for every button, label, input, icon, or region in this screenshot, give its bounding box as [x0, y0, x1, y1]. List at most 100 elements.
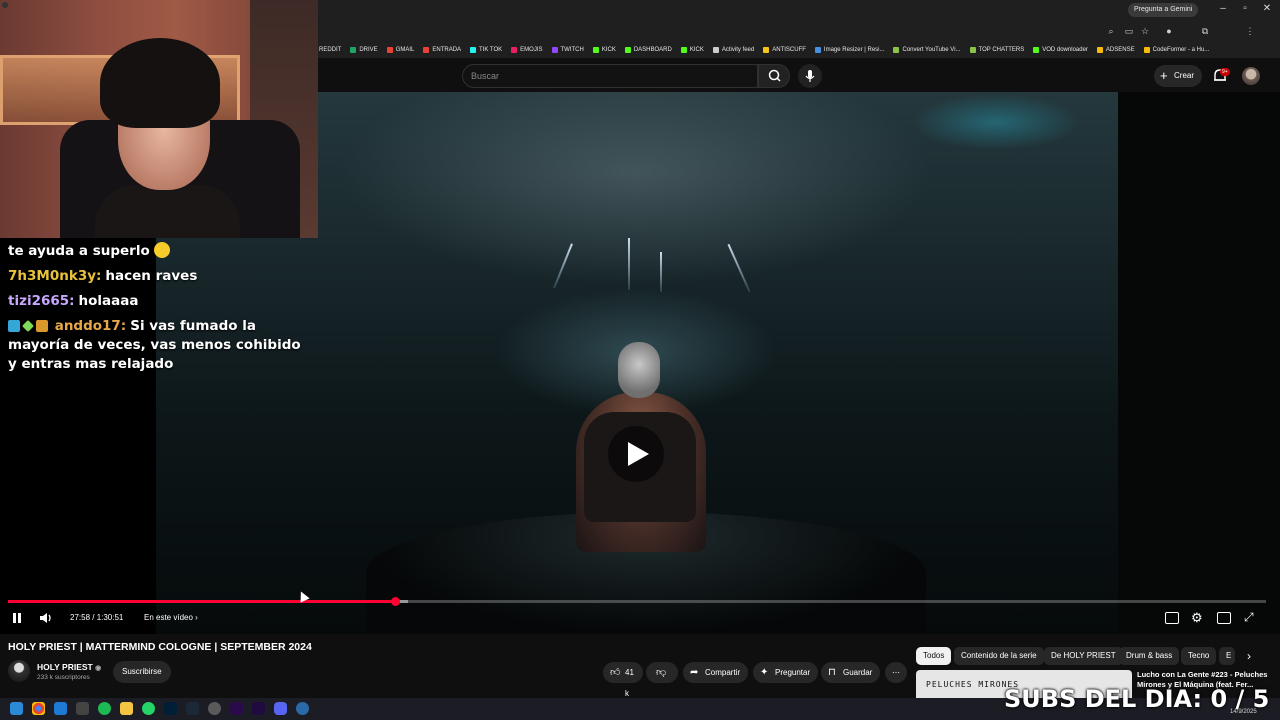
- webcam-streamer-hair: [100, 38, 220, 128]
- bookmark-item[interactable]: ADSENSE: [1096, 47, 1135, 53]
- channel-avatar[interactable]: [8, 660, 30, 682]
- bookmark-item[interactable]: KICK: [680, 47, 704, 53]
- bookmark-item[interactable]: VOD downloader: [1033, 47, 1088, 53]
- progress-bar[interactable]: [8, 597, 1266, 606]
- bookmark-favicon-icon: [712, 47, 719, 53]
- app-icon[interactable]: [296, 702, 309, 715]
- bookmark-item[interactable]: Convert YouTube Vi...: [893, 47, 961, 53]
- bookmark-favicon-icon: [350, 47, 357, 53]
- bookmark-item[interactable]: DASHBOARD: [624, 47, 672, 53]
- microphone-icon: [805, 70, 815, 82]
- extensions-icon[interactable]: ⧉: [1200, 26, 1210, 36]
- subscribe-button[interactable]: Suscribirse: [113, 661, 171, 683]
- premiere-icon[interactable]: [230, 702, 243, 715]
- bookmark-item[interactable]: TOP CHATTERS: [969, 47, 1025, 53]
- bookmark-favicon-icon: [969, 47, 976, 53]
- bookmark-favicon-icon: [470, 47, 477, 53]
- bookmark-favicon-icon: [624, 47, 631, 53]
- steam-icon[interactable]: [186, 702, 199, 715]
- thumbs-up-icon: 👍︎: [610, 667, 621, 678]
- windows-start-icon[interactable]: [10, 702, 23, 715]
- extension-icon[interactable]: ●: [1164, 26, 1174, 36]
- close-icon[interactable]: ✕: [1260, 3, 1274, 14]
- photoshop-icon[interactable]: [164, 702, 177, 715]
- create-label: Crear: [1174, 71, 1195, 80]
- folder-icon[interactable]: [120, 702, 133, 715]
- like-button[interactable]: 👍︎ 41 k: [603, 662, 643, 698]
- cast-icon[interactable]: ▭: [1124, 26, 1134, 36]
- play-icon: [628, 442, 649, 466]
- discord-icon[interactable]: [274, 702, 287, 715]
- bookmarks-bar: REDDIT DRIVE GMAIL ENTRADA TIK TOK EMOJIS TWIT…: [310, 42, 1280, 58]
- bookmark-item[interactable]: ENTRADA: [423, 47, 461, 53]
- chip-series[interactable]: Contenido de la serie: [954, 647, 1044, 665]
- chat-message-text: te ayuda a superlo: [8, 243, 150, 259]
- ask-button[interactable]: ✦ Preguntar: [753, 662, 819, 683]
- chapters-button[interactable]: En este vídeo ›: [144, 611, 198, 625]
- chrome-profile-icon[interactable]: [208, 702, 221, 715]
- bookmark-icon: ⊓: [828, 667, 836, 678]
- spotify-icon[interactable]: [98, 702, 111, 715]
- bookmark-label: KICK: [601, 47, 616, 53]
- bookmark-favicon-icon: [511, 47, 518, 53]
- play-button[interactable]: [608, 426, 664, 482]
- bookmark-item[interactable]: Activity feed: [712, 47, 754, 53]
- create-button[interactable]: + Crear: [1154, 65, 1202, 87]
- stream-chat-overlay: te ayuda a superlo 7h3M0nk3y: hacen raves…: [8, 242, 308, 380]
- chat-username: tizi2665:: [8, 293, 75, 309]
- pause-button[interactable]: [11, 611, 25, 625]
- bookmark-item[interactable]: EMOJIS: [511, 47, 543, 53]
- account-avatar[interactable]: [1242, 67, 1260, 85]
- search-button[interactable]: [758, 64, 790, 88]
- bookmark-item[interactable]: TIK TOK: [470, 47, 502, 53]
- voice-search-button[interactable]: [798, 64, 822, 88]
- channel-name[interactable]: HOLY PRIEST ◉: [37, 662, 101, 672]
- whatsapp-icon[interactable]: [142, 702, 155, 715]
- bookmark-item[interactable]: TWITCH: [551, 47, 584, 53]
- after-effects-icon[interactable]: [252, 702, 265, 715]
- bookmark-favicon-icon: [763, 47, 770, 53]
- bookmark-label: Convert YouTube Vi...: [902, 47, 961, 53]
- bookmark-label: TOP CHATTERS: [978, 47, 1025, 53]
- bookmark-item[interactable]: ANTISCUFF: [763, 47, 806, 53]
- chat-username: 7h3M0nk3y:: [8, 268, 102, 284]
- bookmark-item[interactable]: DRIVE: [350, 47, 378, 53]
- gemini-button[interactable]: Pregunta a Gemini: [1128, 3, 1199, 17]
- bookmark-item[interactable]: Image Resizer | Resi...: [814, 47, 885, 53]
- minimize-icon[interactable]: –: [1216, 3, 1230, 14]
- save-label: Guardar: [843, 668, 873, 677]
- more-horizontal-icon: ⋯: [892, 668, 900, 677]
- volume-button[interactable]: [38, 611, 54, 625]
- verified-icon: ◉: [95, 665, 102, 672]
- subtitles-icon[interactable]: [1165, 612, 1179, 624]
- bookmark-label: Image Resizer | Resi...: [823, 47, 885, 53]
- browser-menu-icon[interactable]: ⋮: [1245, 26, 1255, 36]
- theater-mode-icon[interactable]: [1217, 612, 1231, 624]
- edge-icon[interactable]: [54, 702, 67, 715]
- chip-all[interactable]: Todos: [916, 647, 952, 665]
- restore-icon[interactable]: ▫: [1238, 3, 1252, 14]
- share-label: Compartir: [705, 668, 741, 677]
- obs-icon[interactable]: [76, 702, 89, 715]
- chip-drum-bass[interactable]: Drum & bass: [1119, 647, 1180, 665]
- dislike-button[interactable]: 👎︎: [646, 662, 678, 683]
- chevron-right-icon[interactable]: ›: [1240, 647, 1258, 665]
- chip-channel[interactable]: De HOLY PRIEST: [1044, 647, 1123, 665]
- chip-more[interactable]: E: [1219, 647, 1235, 665]
- settings-gear-icon[interactable]: ⚙: [1191, 611, 1203, 625]
- save-button[interactable]: ⊓ Guardar: [821, 662, 881, 683]
- video-title: HOLY PRIEST | MATTERMIND COLOGNE | SEPTE…: [8, 641, 312, 653]
- volume-icon: [40, 613, 51, 623]
- bookmark-star-icon[interactable]: ☆: [1140, 26, 1150, 36]
- share-button[interactable]: ➦ Compartir: [683, 662, 749, 683]
- stage-light: [660, 252, 662, 292]
- search-input[interactable]: Buscar: [462, 64, 758, 88]
- more-actions-button[interactable]: ⋯: [885, 662, 907, 683]
- bookmark-item[interactable]: CodeFormer - a Hu...: [1143, 47, 1209, 53]
- chip-tecno[interactable]: Tecno: [1181, 647, 1217, 665]
- fullscreen-icon[interactable]: ⤢: [1244, 610, 1254, 624]
- zoom-icon[interactable]: ⌕: [1106, 26, 1116, 36]
- bookmark-item[interactable]: GMAIL: [386, 47, 414, 53]
- chrome-icon[interactable]: [32, 702, 45, 715]
- bookmark-item[interactable]: KICK: [592, 47, 616, 53]
